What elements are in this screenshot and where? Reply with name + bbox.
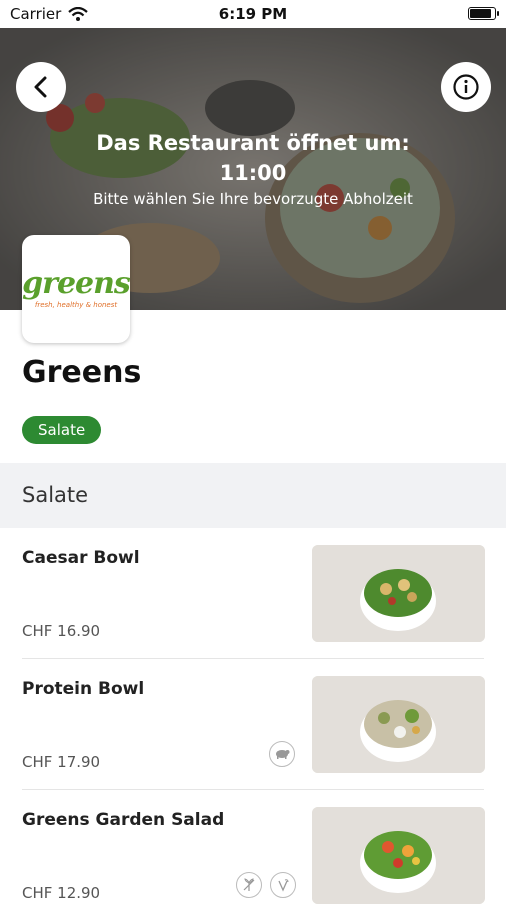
battery-icon — [468, 7, 499, 20]
gluten-free-icon — [236, 872, 262, 898]
item-name: Caesar Bowl — [22, 548, 140, 568]
category-badge[interactable]: Salate — [22, 416, 102, 444]
item-price: CHF 16.90 — [22, 622, 101, 640]
pickup-hint: Bitte wählen Sie Ihre bevorzugte Abholze… — [93, 190, 413, 208]
status-bar: Carrier 6:19 PM — [0, 0, 506, 28]
menu-item-protein-bowl[interactable]: Protein Bowl CHF 17.90 — [0, 659, 506, 790]
menu-item-greens-garden-salad[interactable]: Greens Garden Salad CHF 12.90 — [0, 790, 506, 921]
restaurant-name: Greens — [22, 355, 142, 390]
item-name: Greens Garden Salad — [22, 810, 225, 830]
section-title: Salate — [22, 483, 89, 507]
opening-title: Das Restaurant öffnet um: — [96, 131, 410, 155]
clock: 6:19 PM — [218, 5, 288, 23]
item-image — [312, 545, 485, 642]
item-image — [312, 676, 485, 773]
logo-tagline: fresh, healthy & honest — [34, 301, 118, 309]
back-button[interactable] — [16, 62, 66, 112]
item-image — [312, 807, 485, 904]
logo-wordmark: greens — [22, 266, 131, 301]
item-price: CHF 12.90 — [22, 884, 101, 902]
item-price: CHF 17.90 — [22, 753, 101, 771]
meat-icon — [269, 741, 295, 767]
item-name: Protein Bowl — [22, 679, 145, 699]
menu-section-header: Salate — [0, 463, 506, 528]
info-button[interactable] — [441, 62, 491, 112]
vegetarian-icon — [270, 872, 296, 898]
menu-item-caesar-bowl[interactable]: Caesar Bowl CHF 16.90 — [0, 528, 506, 659]
info-icon — [453, 74, 479, 100]
opening-time: 11:00 — [219, 161, 287, 185]
chevron-left-icon — [34, 76, 47, 98]
restaurant-logo: greens fresh, healthy & honest — [22, 235, 131, 343]
